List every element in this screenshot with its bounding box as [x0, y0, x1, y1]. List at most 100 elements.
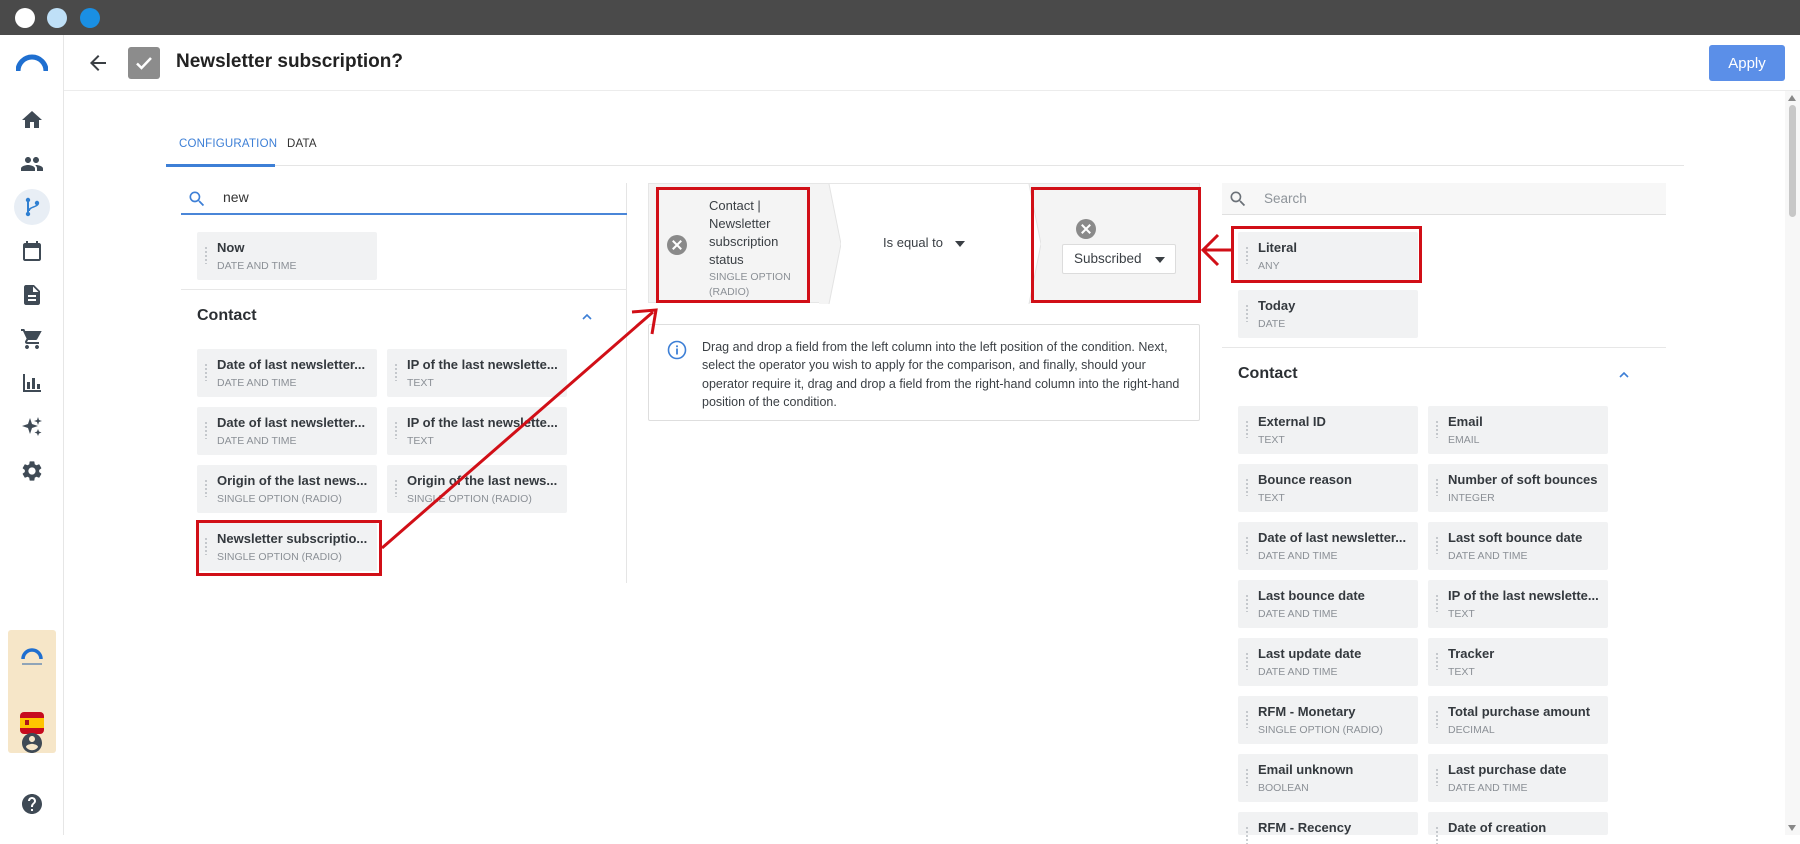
field-card[interactable]: Last purchase date DATE AND TIME: [1428, 754, 1608, 802]
field-card[interactable]: Date of last newsletter... DATE AND TIME: [197, 349, 377, 397]
branch-icon[interactable]: [20, 195, 44, 219]
field-card[interactable]: IP of the last newslette... TEXT: [387, 349, 567, 397]
field-type: TEXT: [407, 435, 434, 447]
back-arrow-icon[interactable]: [86, 51, 110, 75]
bar-chart-icon[interactable]: [20, 371, 44, 395]
gear-icon[interactable]: [20, 459, 44, 483]
field-card[interactable]: Last soft bounce date DATE AND TIME: [1428, 522, 1608, 570]
field-card[interactable]: RFM - Recency: [1238, 812, 1418, 844]
people-icon[interactable]: [20, 152, 44, 176]
drag-handle-icon[interactable]: [394, 421, 399, 439]
right-search-input[interactable]: [1264, 191, 1644, 206]
drag-handle-icon[interactable]: [1435, 652, 1440, 670]
chevron-up-icon[interactable]: [1617, 368, 1631, 382]
sparkles-icon[interactable]: [20, 415, 44, 439]
field-name: RFM - Recency: [1258, 820, 1352, 835]
window-close-button[interactable]: [15, 8, 35, 28]
caret-down-icon: [1155, 257, 1165, 263]
window-titlebar: [0, 0, 1800, 35]
field-card[interactable]: Total purchase amount DECIMAL: [1428, 696, 1608, 744]
field-card[interactable]: Last bounce date DATE AND TIME: [1238, 580, 1418, 628]
left-search-input[interactable]: [223, 189, 603, 205]
search-icon: [1230, 191, 1246, 207]
field-card[interactable]: Today DATE: [1238, 290, 1418, 338]
drag-handle-icon[interactable]: [1245, 246, 1250, 264]
vertical-scrollbar[interactable]: [1785, 91, 1800, 835]
field-card[interactable]: IP of the last newslette... TEXT: [387, 407, 567, 455]
scroll-down-arrow-icon[interactable]: [1788, 825, 1796, 831]
drag-handle-icon[interactable]: [1435, 826, 1440, 844]
drag-handle-icon[interactable]: [1435, 420, 1440, 438]
home-icon[interactable]: [20, 108, 44, 132]
drag-handle-icon[interactable]: [1435, 594, 1440, 612]
field-card[interactable]: External ID TEXT: [1238, 406, 1418, 454]
document-icon[interactable]: [20, 283, 44, 307]
page-header: Newsletter subscription? Apply: [64, 35, 1800, 91]
drag-handle-icon[interactable]: [204, 363, 209, 381]
drag-handle-icon[interactable]: [1245, 536, 1250, 554]
left-field-column: Now DATE AND TIME Contact Date of last n…: [181, 183, 627, 583]
field-card[interactable]: Last update date DATE AND TIME: [1238, 638, 1418, 686]
window-minimize-button[interactable]: [47, 8, 67, 28]
drag-handle-icon[interactable]: [1245, 652, 1250, 670]
field-card[interactable]: IP of the last newslette... TEXT: [1428, 580, 1608, 628]
field-card-newsletter-subscription[interactable]: Newsletter subscriptio... SINGLE OPTION …: [197, 523, 377, 571]
field-name: Email: [1448, 414, 1483, 429]
field-card-literal[interactable]: Literal ANY: [1238, 232, 1418, 280]
operator-select[interactable]: Is equal to: [883, 235, 965, 250]
help-icon[interactable]: [20, 792, 44, 816]
field-card[interactable]: Email unknown BOOLEAN: [1238, 754, 1418, 802]
drag-handle-icon[interactable]: [1245, 420, 1250, 438]
drag-handle-icon[interactable]: [1245, 710, 1250, 728]
field-card[interactable]: Date of creation: [1428, 812, 1608, 844]
sidebar: [0, 35, 64, 835]
drag-handle-icon[interactable]: [1435, 478, 1440, 496]
field-card[interactable]: Number of soft bounces INTEGER: [1428, 464, 1608, 512]
right-operand-select[interactable]: Subscribed: [1062, 244, 1176, 274]
drag-handle-icon[interactable]: [204, 421, 209, 439]
calendar-icon[interactable]: [20, 239, 44, 263]
condition-left-operand[interactable]: Contact | Newsletter subscription status…: [659, 189, 809, 299]
drag-handle-icon[interactable]: [1245, 594, 1250, 612]
field-type: DATE AND TIME: [1448, 550, 1528, 562]
drag-handle-icon[interactable]: [1245, 768, 1250, 786]
tab-configuration[interactable]: CONFIGURATION: [165, 138, 277, 167]
tab-data[interactable]: DATA: [287, 138, 317, 150]
user-circle-icon[interactable]: [20, 731, 44, 755]
field-card[interactable]: Bounce reason TEXT: [1238, 464, 1418, 512]
field-card[interactable]: Now DATE AND TIME: [197, 232, 377, 280]
field-card[interactable]: Origin of the last news... SINGLE OPTION…: [387, 465, 567, 513]
drag-handle-icon[interactable]: [1435, 710, 1440, 728]
field-name: Date of last newsletter...: [1258, 530, 1407, 545]
drag-handle-icon[interactable]: [204, 537, 209, 555]
app-logo-icon[interactable]: [16, 53, 48, 71]
field-card[interactable]: Email EMAIL: [1428, 406, 1608, 454]
field-card[interactable]: Date of last newsletter... DATE AND TIME: [1238, 522, 1418, 570]
drag-handle-icon[interactable]: [394, 363, 399, 381]
field-name: Today: [1258, 298, 1296, 313]
remove-right-operand-icon[interactable]: [1076, 219, 1096, 239]
field-card[interactable]: Date of last newsletter... DATE AND TIME: [197, 407, 377, 455]
drag-handle-icon[interactable]: [1435, 768, 1440, 786]
field-card[interactable]: RFM - Monetary SINGLE OPTION (RADIO): [1238, 696, 1418, 744]
cart-icon[interactable]: [20, 327, 44, 351]
drag-handle-icon[interactable]: [1245, 478, 1250, 496]
scroll-up-arrow-icon[interactable]: [1788, 95, 1796, 101]
drag-handle-icon[interactable]: [1245, 304, 1250, 322]
field-card[interactable]: Tracker TEXT: [1428, 638, 1608, 686]
field-card[interactable]: Origin of the last news... SINGLE OPTION…: [197, 465, 377, 513]
remove-left-operand-icon[interactable]: [667, 235, 687, 255]
field-type: DATE AND TIME: [217, 260, 297, 272]
field-name: Bounce reason: [1258, 472, 1352, 487]
field-type: INTEGER: [1448, 492, 1495, 504]
drag-handle-icon[interactable]: [1245, 826, 1250, 844]
chevron-up-icon[interactable]: [580, 310, 594, 324]
drag-handle-icon[interactable]: [394, 479, 399, 497]
window-maximize-button[interactable]: [80, 8, 100, 28]
drag-handle-icon[interactable]: [204, 246, 209, 264]
drag-handle-icon[interactable]: [204, 479, 209, 497]
drag-handle-icon[interactable]: [1435, 536, 1440, 554]
scrollbar-thumb[interactable]: [1789, 105, 1796, 217]
apply-button[interactable]: Apply: [1709, 45, 1785, 81]
field-type: ANY: [1258, 260, 1280, 272]
